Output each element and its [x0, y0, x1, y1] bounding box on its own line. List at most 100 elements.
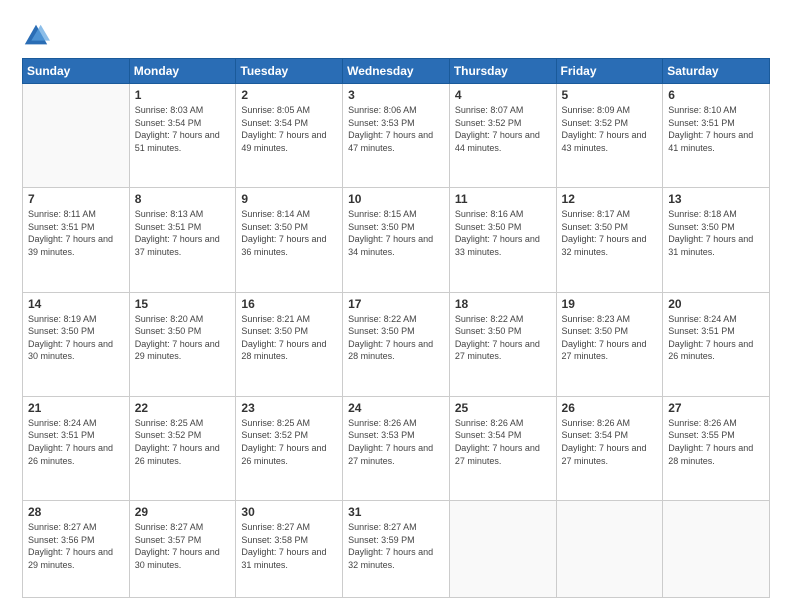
day-number: 5: [562, 88, 658, 102]
cell-info: Sunrise: 8:26 AMSunset: 3:53 PMDaylight:…: [348, 417, 444, 467]
day-number: 20: [668, 297, 764, 311]
calendar-cell: 10Sunrise: 8:15 AMSunset: 3:50 PMDayligh…: [343, 188, 450, 292]
day-number: 23: [241, 401, 337, 415]
day-number: 14: [28, 297, 124, 311]
calendar-cell: 8 Sunrise: 8:13 AMSunset: 3:51 PMDaylight…: [129, 188, 236, 292]
cell-info: Sunrise: 8:25 AMSunset: 3:52 PMDaylight:…: [135, 417, 231, 467]
cell-info: Sunrise: 8:15 AMSunset: 3:50 PMDaylight:…: [348, 208, 444, 258]
cell-info: Sunrise: 8:06 AMSunset: 3:53 PMDaylight:…: [348, 104, 444, 154]
day-number: 2: [241, 88, 337, 102]
calendar-cell: 1Sunrise: 8:03 AMSunset: 3:54 PMDaylight…: [129, 84, 236, 188]
calendar-cell: 9 Sunrise: 8:14 AMSunset: 3:50 PMDaylight…: [236, 188, 343, 292]
logo: [22, 22, 54, 50]
calendar-cell: 29 Sunrise: 8:27 AMSunset: 3:57 PMDayligh…: [129, 501, 236, 598]
cell-info: Sunrise: 8:19 AMSunset: 3:50 PMDaylight:…: [28, 313, 124, 363]
calendar-cell: 25Sunrise: 8:26 AMSunset: 3:54 PMDayligh…: [449, 396, 556, 500]
calendar-week-row: 14 Sunrise: 8:19 AMSunset: 3:50 PMDayligh…: [23, 292, 770, 396]
calendar-cell: 16 Sunrise: 8:21 AMSunset: 3:50 PMDayligh…: [236, 292, 343, 396]
cell-info: Sunrise: 8:07 AMSunset: 3:52 PMDaylight:…: [455, 104, 551, 154]
day-number: 8: [135, 192, 231, 206]
calendar-week-row: 28 Sunrise: 8:27 AMSunset: 3:56 PMDayligh…: [23, 501, 770, 598]
day-number: 11: [455, 192, 551, 206]
cell-info: Sunrise: 8:23 AMSunset: 3:50 PMDaylight:…: [562, 313, 658, 363]
calendar-table: SundayMondayTuesdayWednesdayThursdayFrid…: [22, 58, 770, 598]
calendar-cell: 30 Sunrise: 8:27 AMSunset: 3:58 PMDayligh…: [236, 501, 343, 598]
calendar-cell: [663, 501, 770, 598]
cell-info: Sunrise: 8:17 AMSunset: 3:50 PMDaylight:…: [562, 208, 658, 258]
cell-info: Sunrise: 8:27 AMSunset: 3:57 PMDaylight:…: [135, 521, 231, 571]
cell-info: Sunrise: 8:20 AMSunset: 3:50 PMDaylight:…: [135, 313, 231, 363]
day-number: 28: [28, 505, 124, 519]
calendar-cell: 2 Sunrise: 8:05 AMSunset: 3:54 PMDaylight…: [236, 84, 343, 188]
day-number: 12: [562, 192, 658, 206]
calendar-header-thursday: Thursday: [449, 59, 556, 84]
cell-info: Sunrise: 8:24 AMSunset: 3:51 PMDaylight:…: [28, 417, 124, 467]
calendar-cell: 21 Sunrise: 8:24 AMSunset: 3:51 PMDayligh…: [23, 396, 130, 500]
day-number: 15: [135, 297, 231, 311]
calendar-cell: [449, 501, 556, 598]
cell-info: Sunrise: 8:27 AMSunset: 3:58 PMDaylight:…: [241, 521, 337, 571]
logo-icon: [22, 22, 50, 50]
calendar-header-saturday: Saturday: [663, 59, 770, 84]
cell-info: Sunrise: 8:22 AMSunset: 3:50 PMDaylight:…: [455, 313, 551, 363]
calendar-cell: 12 Sunrise: 8:17 AMSunset: 3:50 PMDayligh…: [556, 188, 663, 292]
day-number: 21: [28, 401, 124, 415]
day-number: 13: [668, 192, 764, 206]
cell-info: Sunrise: 8:25 AMSunset: 3:52 PMDaylight:…: [241, 417, 337, 467]
calendar-cell: 13Sunrise: 8:18 AMSunset: 3:50 PMDayligh…: [663, 188, 770, 292]
calendar-cell: 3Sunrise: 8:06 AMSunset: 3:53 PMDaylight…: [343, 84, 450, 188]
calendar-cell: 14 Sunrise: 8:19 AMSunset: 3:50 PMDayligh…: [23, 292, 130, 396]
calendar-header-friday: Friday: [556, 59, 663, 84]
day-number: 30: [241, 505, 337, 519]
calendar-cell: 6 Sunrise: 8:10 AMSunset: 3:51 PMDaylight…: [663, 84, 770, 188]
day-number: 22: [135, 401, 231, 415]
page: SundayMondayTuesdayWednesdayThursdayFrid…: [0, 0, 792, 612]
calendar-header-wednesday: Wednesday: [343, 59, 450, 84]
header: [22, 18, 770, 50]
calendar-cell: 5 Sunrise: 8:09 AMSunset: 3:52 PMDaylight…: [556, 84, 663, 188]
day-number: 27: [668, 401, 764, 415]
cell-info: Sunrise: 8:27 AMSunset: 3:56 PMDaylight:…: [28, 521, 124, 571]
day-number: 29: [135, 505, 231, 519]
cell-info: Sunrise: 8:16 AMSunset: 3:50 PMDaylight:…: [455, 208, 551, 258]
day-number: 7: [28, 192, 124, 206]
calendar-cell: 18 Sunrise: 8:22 AMSunset: 3:50 PMDayligh…: [449, 292, 556, 396]
calendar-week-row: 7 Sunrise: 8:11 AMSunset: 3:51 PMDaylight…: [23, 188, 770, 292]
cell-info: Sunrise: 8:09 AMSunset: 3:52 PMDaylight:…: [562, 104, 658, 154]
cell-info: Sunrise: 8:11 AMSunset: 3:51 PMDaylight:…: [28, 208, 124, 258]
cell-info: Sunrise: 8:14 AMSunset: 3:50 PMDaylight:…: [241, 208, 337, 258]
day-number: 9: [241, 192, 337, 206]
calendar-header-row: SundayMondayTuesdayWednesdayThursdayFrid…: [23, 59, 770, 84]
day-number: 26: [562, 401, 658, 415]
cell-info: Sunrise: 8:10 AMSunset: 3:51 PMDaylight:…: [668, 104, 764, 154]
day-number: 4: [455, 88, 551, 102]
day-number: 25: [455, 401, 551, 415]
calendar-cell: 31Sunrise: 8:27 AMSunset: 3:59 PMDayligh…: [343, 501, 450, 598]
day-number: 18: [455, 297, 551, 311]
calendar-header-tuesday: Tuesday: [236, 59, 343, 84]
day-number: 24: [348, 401, 444, 415]
calendar-cell: 26 Sunrise: 8:26 AMSunset: 3:54 PMDayligh…: [556, 396, 663, 500]
calendar-cell: 28 Sunrise: 8:27 AMSunset: 3:56 PMDayligh…: [23, 501, 130, 598]
day-number: 17: [348, 297, 444, 311]
day-number: 16: [241, 297, 337, 311]
day-number: 6: [668, 88, 764, 102]
calendar-week-row: 21 Sunrise: 8:24 AMSunset: 3:51 PMDayligh…: [23, 396, 770, 500]
calendar-cell: 17 Sunrise: 8:22 AMSunset: 3:50 PMDayligh…: [343, 292, 450, 396]
calendar-cell: 20Sunrise: 8:24 AMSunset: 3:51 PMDayligh…: [663, 292, 770, 396]
calendar-header-monday: Monday: [129, 59, 236, 84]
calendar-cell: 15 Sunrise: 8:20 AMSunset: 3:50 PMDayligh…: [129, 292, 236, 396]
calendar-cell: 22 Sunrise: 8:25 AMSunset: 3:52 PMDayligh…: [129, 396, 236, 500]
cell-info: Sunrise: 8:26 AMSunset: 3:54 PMDaylight:…: [562, 417, 658, 467]
calendar-cell: [23, 84, 130, 188]
cell-info: Sunrise: 8:05 AMSunset: 3:54 PMDaylight:…: [241, 104, 337, 154]
calendar-cell: 7 Sunrise: 8:11 AMSunset: 3:51 PMDaylight…: [23, 188, 130, 292]
cell-info: Sunrise: 8:21 AMSunset: 3:50 PMDaylight:…: [241, 313, 337, 363]
calendar-cell: [556, 501, 663, 598]
cell-info: Sunrise: 8:22 AMSunset: 3:50 PMDaylight:…: [348, 313, 444, 363]
calendar-header-sunday: Sunday: [23, 59, 130, 84]
day-number: 31: [348, 505, 444, 519]
calendar-cell: 27Sunrise: 8:26 AMSunset: 3:55 PMDayligh…: [663, 396, 770, 500]
cell-info: Sunrise: 8:13 AMSunset: 3:51 PMDaylight:…: [135, 208, 231, 258]
calendar-cell: 11 Sunrise: 8:16 AMSunset: 3:50 PMDayligh…: [449, 188, 556, 292]
